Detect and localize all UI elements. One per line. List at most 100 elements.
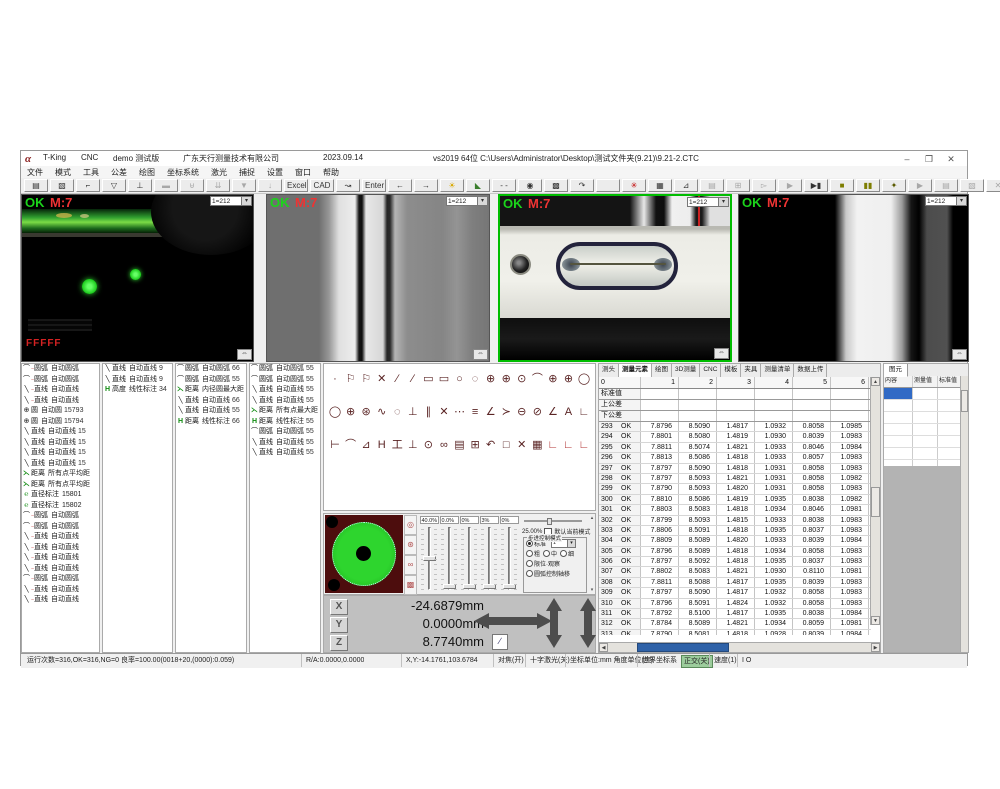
table-cell[interactable]: 0.8058 — [793, 547, 831, 556]
details-row[interactable] — [884, 448, 961, 460]
menu-item[interactable]: 帮助 — [317, 167, 345, 178]
table-row[interactable]: 302OK7.87998.50931.48151.09330.80381.098… — [599, 516, 871, 526]
table-row[interactable]: 311OK7.87928.51001.48171.09350.80381.098… — [599, 609, 871, 619]
scroll-right-icon[interactable]: ▶ — [871, 643, 880, 652]
table-cell[interactable]: 0.8046 — [793, 443, 831, 452]
table-cell[interactable]: 1.0933 — [755, 453, 793, 462]
letter-a-icon[interactable]: A — [561, 405, 575, 419]
joystick-pad[interactable] — [325, 515, 403, 593]
table-cell[interactable]: 1.4824 — [717, 599, 755, 608]
triangle-icon[interactable]: ⊿ — [359, 438, 373, 452]
row-label[interactable]: 307OK — [599, 567, 641, 576]
circle-cross-2-icon[interactable]: ⊕ — [499, 372, 513, 386]
light-slider[interactable]: 3% — [479, 516, 499, 594]
jog-scrollbar[interactable]: ▴▾ — [589, 515, 595, 593]
right-angle-icon[interactable]: ∟ — [577, 405, 591, 419]
save-2-icon[interactable]: ▤ — [700, 179, 724, 192]
details-cell[interactable] — [913, 436, 938, 447]
open-2-icon[interactable]: ▧ — [960, 179, 984, 192]
table-row[interactable]: 299OK7.87908.50931.48201.09310.80581.098… — [599, 484, 871, 494]
table-cell[interactable] — [793, 411, 831, 421]
table-cell[interactable]: 0.8037 — [793, 526, 831, 535]
delete-icon[interactable]: ✕ — [515, 438, 529, 452]
open-icon[interactable]: ▧ — [50, 179, 74, 192]
table-cell[interactable] — [679, 389, 717, 399]
spiral-icon[interactable]: ⊛ — [404, 535, 417, 555]
row-label[interactable]: 302OK — [599, 516, 641, 525]
play-2-icon[interactable]: ▶ — [908, 179, 932, 192]
x-axis-button[interactable]: X — [330, 599, 348, 615]
vee-icon[interactable]: ≻ — [499, 405, 513, 419]
points-icon[interactable]: ⋯ — [453, 405, 467, 419]
row-label[interactable]: 296OK — [599, 453, 641, 462]
play-next-icon[interactable]: ▶▮ — [804, 179, 828, 192]
table-cell[interactable]: 0.8110 — [793, 567, 831, 576]
perpendicular-icon[interactable]: ⊥ — [406, 405, 420, 419]
circle-dot-icon[interactable]: ⊙ — [515, 372, 529, 386]
table-cell[interactable]: 1.0983 — [831, 547, 869, 556]
table-cell[interactable] — [641, 411, 679, 421]
table-cell[interactable]: 0.8058 — [793, 484, 831, 493]
chevron-down-icon[interactable]: ▾ — [242, 196, 252, 206]
table-cell[interactable]: 8.5086 — [679, 495, 717, 504]
table-cell[interactable] — [717, 389, 755, 399]
table-cell[interactable]: 1.0935 — [755, 557, 793, 566]
table-cell[interactable]: 1.0985 — [831, 422, 869, 431]
table-row[interactable]: 296OK7.88138.50861.48181.09330.80571.098… — [599, 453, 871, 463]
table-cell[interactable]: 8.5090 — [679, 422, 717, 431]
table-cell[interactable] — [831, 411, 869, 421]
circle-icon[interactable]: ○ — [453, 372, 467, 386]
table-cell[interactable]: 1.0935 — [755, 578, 793, 587]
chevron-down-icon[interactable]: ▾ — [957, 196, 967, 206]
table-cell[interactable]: 0.8058 — [793, 588, 831, 597]
z-axis-button[interactable]: Z — [330, 635, 348, 651]
details-cell[interactable] — [913, 400, 938, 411]
table-cell[interactable]: 8.5100 — [679, 609, 717, 618]
details-row[interactable] — [884, 436, 961, 448]
light-icon[interactable]: ☀ — [440, 179, 464, 192]
table-cell[interactable]: 8.5093 — [679, 516, 717, 525]
circle-grid-2-icon[interactable]: ⊛ — [359, 405, 373, 419]
scrollbar-thumb[interactable] — [871, 487, 880, 517]
table-cell[interactable]: 1.0930 — [755, 432, 793, 441]
table-cell[interactable]: 1.0983 — [831, 599, 869, 608]
line-2-icon[interactable]: ∕ — [406, 372, 420, 386]
table-cell[interactable] — [641, 400, 679, 410]
y-axis-button[interactable]: Y — [330, 617, 348, 633]
feature-item[interactable]: ⌒圆弧自动圆弧55 — [176, 375, 246, 386]
arc-icon[interactable]: ⌒ — [530, 372, 544, 386]
camera-view-4[interactable]: OK M:7 1=212▾ ⇔ — [738, 194, 969, 362]
arrow-down-icon[interactable] — [546, 635, 562, 648]
table-row[interactable]: 298OK7.87978.50931.48211.09310.80581.098… — [599, 474, 871, 484]
table-cell[interactable]: 1.0983 — [831, 464, 869, 473]
menu-item[interactable]: 捕捉 — [233, 167, 261, 178]
feature-item[interactable]: ⌒圆弧自动圆弧66 — [176, 364, 246, 375]
flag-icon[interactable]: ⚐ — [344, 372, 358, 386]
tab-1[interactable]: 测头 — [599, 364, 619, 377]
blank-b-button[interactable] — [596, 179, 620, 192]
line-icon[interactable]: ∕ — [390, 372, 404, 386]
slider-track[interactable] — [461, 525, 477, 594]
feature-item[interactable]: ╲···直线自动直线 — [22, 585, 99, 596]
grid-calc-icon[interactable]: ▦ — [530, 438, 544, 452]
details-cell[interactable] — [884, 436, 913, 447]
vertical-scrollbar[interactable]: ▲▼ — [870, 377, 880, 625]
arrow-down-icon[interactable] — [580, 635, 596, 648]
slider-track[interactable] — [441, 525, 457, 594]
radio-button[interactable] — [526, 550, 533, 557]
move-left-icon[interactable]: ← — [388, 179, 412, 192]
lasso-icon[interactable]: ◌ — [390, 405, 404, 419]
table-cell[interactable]: 1.0931 — [755, 484, 793, 493]
table-cell[interactable]: 7.8810 — [641, 495, 679, 504]
table-cell[interactable]: 1.0983 — [831, 484, 869, 493]
close-button[interactable]: ✕ — [943, 153, 959, 165]
table-cell[interactable]: 7.8801 — [641, 432, 679, 441]
lines-icon[interactable]: ≡ — [468, 405, 482, 419]
feature-item[interactable]: ╲···直线自动直线 — [22, 564, 99, 575]
chevron-down-icon[interactable]: ▾ — [719, 197, 729, 207]
tab-7[interactable]: 夹具 — [741, 364, 761, 377]
special-row[interactable]: 下公差 — [599, 411, 871, 422]
table-cell[interactable]: 1.0932 — [755, 588, 793, 597]
maximize-button[interactable]: ❐ — [921, 153, 937, 165]
camera-view-2[interactable]: OK M:7 1=212▾ ⇔ — [266, 194, 490, 362]
